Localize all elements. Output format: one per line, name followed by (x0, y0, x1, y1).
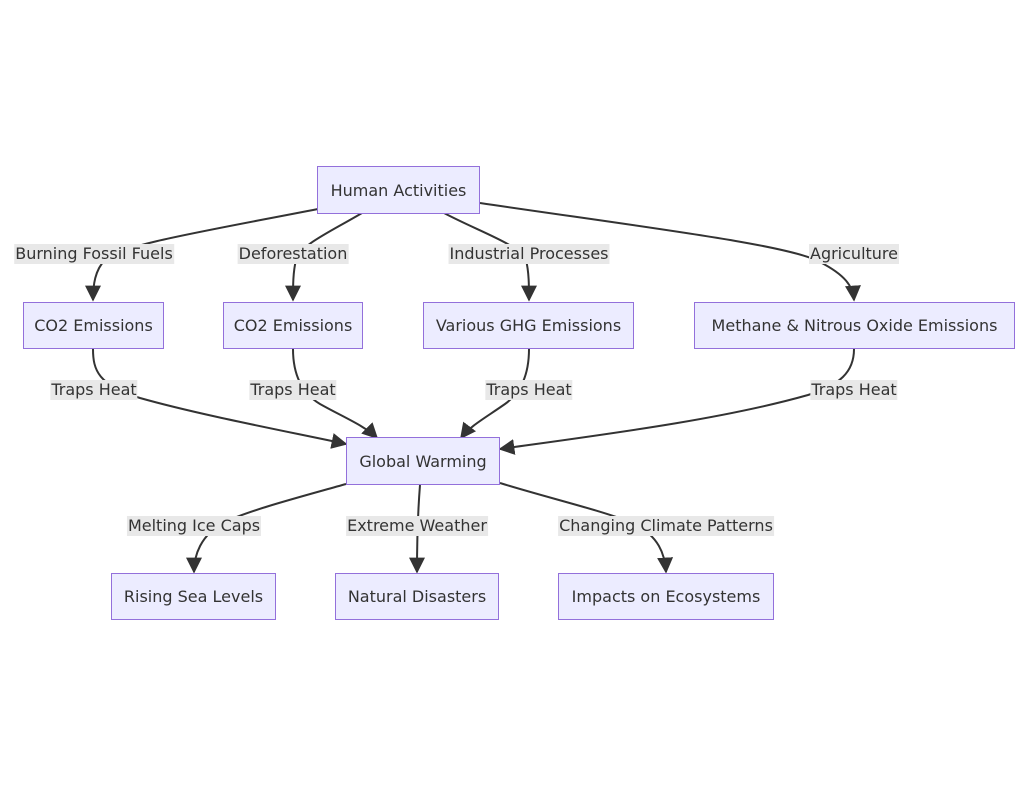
node-co2-emissions-fossil[interactable]: CO2 Emissions (23, 302, 164, 349)
flowchart: Burning Fossil Fuels Deforestation Indus… (0, 0, 1024, 787)
node-natural-disasters[interactable]: Natural Disasters (335, 573, 499, 620)
node-co2-emissions-deforestation[interactable]: CO2 Emissions (223, 302, 363, 349)
node-impacts-on-ecosystems[interactable]: Impacts on Ecosystems (558, 573, 774, 620)
edge-label-industrial-processes: Industrial Processes (448, 244, 610, 264)
edge-label-traps-heat-4: Traps Heat (810, 380, 898, 400)
edge-label-deforestation: Deforestation (237, 244, 349, 264)
edge-label-melting-ice-caps: Melting Ice Caps (126, 516, 262, 536)
node-global-warming[interactable]: Global Warming (346, 437, 500, 485)
edge-label-changing-climate-patterns: Changing Climate Patterns (558, 516, 774, 536)
edge-label-traps-heat-3: Traps Heat (485, 380, 573, 400)
edge-label-burning-fossil-fuels: Burning Fossil Fuels (14, 244, 174, 264)
edge-label-traps-heat-1: Traps Heat (50, 380, 138, 400)
node-various-ghg-emissions[interactable]: Various GHG Emissions (423, 302, 634, 349)
edge-label-extreme-weather: Extreme Weather (346, 516, 488, 536)
node-rising-sea-levels[interactable]: Rising Sea Levels (111, 573, 276, 620)
edge-label-traps-heat-2: Traps Heat (249, 380, 337, 400)
edge-label-agriculture: Agriculture (809, 244, 899, 264)
node-methane-nitrous-oxide-emissions[interactable]: Methane & Nitrous Oxide Emissions (694, 302, 1015, 349)
node-human-activities[interactable]: Human Activities (317, 166, 480, 214)
